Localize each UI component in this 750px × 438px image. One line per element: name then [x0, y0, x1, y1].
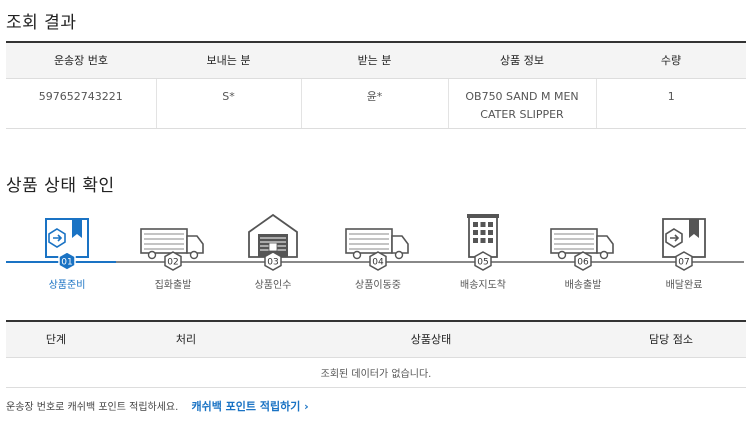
step-number: 02	[167, 258, 178, 268]
step-06: 06 배송출발	[533, 212, 633, 292]
header-receiver: 받는 분	[301, 41, 448, 79]
step-number: 06	[577, 258, 589, 268]
package-icon: 01	[45, 218, 89, 271]
header-tracking-number: 운송장 번호	[6, 41, 156, 79]
result-title: 조회 결과	[6, 13, 77, 33]
result-table: 운송장 번호 보내는 분 받는 분 상품 정보 수량 597652743221 …	[6, 41, 746, 129]
step-number: 03	[267, 258, 278, 268]
header-product-info: 상품 정보	[448, 41, 596, 79]
step-04: 04 상품이동중	[328, 212, 428, 292]
cashback-notice: 운송장 번호로 캐쉬백 포인트 적립하세요. 캐쉬백 포인트 적립하기 ›	[6, 398, 309, 414]
product-info: OB750 SAND M MEN CATER SLIPPER	[447, 78, 596, 129]
package-icon: 07	[662, 218, 706, 271]
table-row: 조회된 데이터가 없습니다.	[6, 357, 746, 388]
truck-icon: 06	[550, 228, 614, 271]
step-label: 상품인수	[254, 280, 292, 291]
truck-icon: 02	[140, 228, 204, 271]
step-number: 07	[678, 258, 689, 268]
header-sender: 보내는 분	[156, 41, 301, 79]
sender: S*	[155, 78, 301, 129]
warehouse-icon: 03	[248, 213, 298, 271]
product-name-line2: CATER SLIPPER	[480, 107, 564, 121]
tracking-number: 597652743221	[6, 78, 156, 129]
step-label: 배달완료	[665, 280, 703, 291]
step-number: 01	[61, 258, 72, 268]
step-01: 01 상품준비	[17, 212, 117, 292]
step-02: 02 집화출발	[123, 212, 223, 292]
step-label: 집화출발	[154, 280, 192, 291]
receiver: 윤*	[300, 78, 448, 129]
empty-message: 조회된 데이터가 없습니다.	[6, 357, 746, 388]
step-03: 03 상품인수	[223, 212, 323, 292]
cashback-text: 운송장 번호로 캐쉬백 포인트 적립하세요.	[6, 402, 179, 413]
quantity: 1	[595, 78, 746, 129]
header-stage: 단계	[6, 320, 106, 358]
progress-steps: 01 상품준비 02 집화출발 03 상품인수 04 상품이동중 05 배송지도…	[6, 212, 746, 292]
header-product-status: 상품상태	[266, 320, 596, 358]
step-number: 05	[477, 258, 488, 268]
step-label: 상품준비	[48, 280, 86, 291]
step-label: 배송출발	[564, 280, 602, 291]
header-quantity: 수량	[596, 41, 746, 79]
header-branch: 담당 점소	[596, 320, 746, 358]
step-07: 07 배달완료	[634, 212, 734, 292]
building-icon: 05	[467, 214, 499, 271]
header-process: 처리	[106, 320, 266, 358]
status-title: 상품 상태 확인	[6, 176, 115, 196]
step-label: 상품이동중	[355, 280, 401, 291]
table-row: 597652743221 S* 윤* OB750 SAND M MEN CATE…	[6, 78, 746, 129]
cashback-link[interactable]: 캐쉬백 포인트 적립하기 ›	[191, 400, 308, 413]
product-name-line1: OB750 SAND M MEN	[465, 89, 579, 103]
truck-icon: 04	[345, 228, 409, 271]
status-table: 단계 처리 상품상태 담당 점소 조회된 데이터가 없습니다.	[6, 320, 746, 388]
step-05: 05 배송지도착	[433, 212, 533, 292]
step-label: 배송지도착	[460, 280, 506, 291]
step-number: 04	[372, 258, 384, 268]
